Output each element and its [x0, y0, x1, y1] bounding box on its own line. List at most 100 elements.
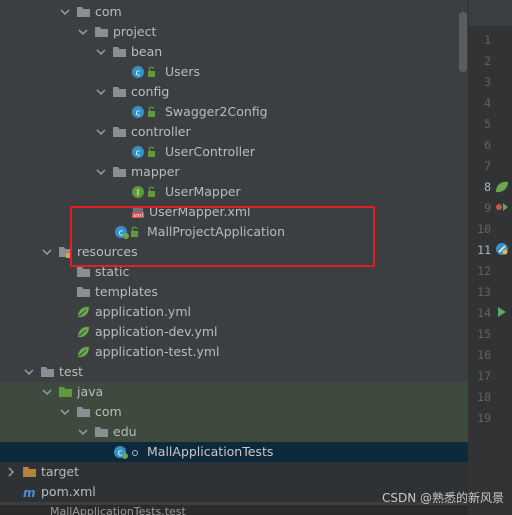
tree-item-label: UserController: [165, 144, 255, 159]
tree-item-project[interactable]: project: [0, 22, 468, 42]
svg-text:c: c: [136, 109, 141, 119]
tree-item-application-dev-yml[interactable]: application-dev.yml: [0, 322, 468, 342]
vertical-scrollbar[interactable]: [459, 12, 467, 72]
chevron-down-icon[interactable]: [60, 407, 70, 417]
lock-icon: [147, 65, 157, 79]
chevron-down-icon[interactable]: [78, 27, 88, 37]
tree-item-label: MallProjectApplication: [147, 224, 286, 239]
tree-item-label: mapper: [131, 164, 180, 179]
class-icon: c: [131, 105, 146, 119]
chevron-down-icon[interactable]: [96, 127, 106, 137]
chevron-down-icon[interactable]: [96, 87, 106, 97]
test-folder-icon: [58, 385, 73, 399]
chevron-down-icon[interactable]: [42, 247, 52, 257]
tree-item-label: com: [95, 4, 122, 19]
spring-class-icon: c: [114, 225, 129, 239]
tree-item-mapper[interactable]: mapper: [0, 162, 468, 182]
chevron-down-icon[interactable]: [24, 367, 34, 377]
tree-item-application-test-yml[interactable]: application-test.yml: [0, 342, 468, 362]
tree-item-static[interactable]: static: [0, 262, 468, 282]
target-folder-icon: [22, 465, 37, 479]
chevron-down-icon[interactable]: [78, 427, 88, 437]
project-tree: com project bean c Users config c Swagge…: [0, 0, 468, 515]
tree-item-mallprojectapplication[interactable]: c MallProjectApplication: [0, 222, 468, 242]
line-number: 3: [484, 75, 491, 89]
tree-item-com-test[interactable]: com: [0, 402, 468, 422]
spring-bean-leaf-icon[interactable]: [495, 180, 509, 194]
tree-item-label: controller: [131, 124, 191, 139]
tree-item-label: pom.xml: [41, 484, 96, 499]
line-number: 9: [484, 201, 491, 215]
maven-icon: m: [22, 485, 37, 499]
tree-item-label: test: [59, 364, 84, 379]
tree-item-resources[interactable]: resources: [0, 242, 468, 262]
tree-item-swagger2config[interactable]: c Swagger2Config: [0, 102, 468, 122]
chevron-down-icon[interactable]: [60, 7, 70, 17]
line-number: 10: [477, 222, 491, 236]
line-number: 7: [484, 159, 491, 173]
tree-item-usercontroller[interactable]: c UserController: [0, 142, 468, 162]
package-private-icon: [130, 445, 140, 459]
autowire-marker-icon[interactable]: [495, 242, 509, 256]
folder-icon: [76, 285, 91, 299]
chevron-down-icon[interactable]: [96, 167, 106, 177]
tree-item-com[interactable]: com: [0, 2, 468, 22]
chevron-right-icon[interactable]: [6, 467, 16, 477]
tree-item-label: UserMapper: [165, 184, 241, 199]
tree-item-label: application-test.yml: [95, 344, 220, 359]
folder-icon: [76, 265, 91, 279]
line-number: 13: [477, 285, 491, 299]
run-debug-marker-icon[interactable]: [495, 200, 509, 214]
tree-item-label: java: [77, 384, 104, 399]
spring-yml-icon: [76, 325, 91, 339]
line-number: 5: [484, 117, 491, 131]
line-number: 2: [484, 54, 491, 68]
folder-icon: [112, 125, 127, 139]
tree-item-label: project: [113, 24, 157, 39]
chevron-down-icon[interactable]: [96, 47, 106, 57]
line-number: 15: [477, 327, 491, 341]
line-number: 4: [484, 96, 491, 110]
line-number: 8: [484, 180, 491, 194]
line-number: 14: [477, 306, 491, 320]
tree-item-label: target: [41, 464, 80, 479]
gutter-header: [469, 0, 512, 26]
line-number: 1: [484, 33, 491, 47]
lock-icon: [147, 145, 157, 159]
tree-item-label: UserMapper.xml: [149, 204, 251, 219]
line-number: 11: [477, 243, 491, 257]
tree-item-label: static: [95, 264, 130, 279]
tree-item-label: Users: [165, 64, 201, 79]
folder-icon: [112, 45, 127, 59]
tree-item-label: com: [95, 404, 122, 419]
tree-item-usermapper[interactable]: I UserMapper: [0, 182, 468, 202]
bottom-editor-tab[interactable]: MallApplicationTests.test: [0, 505, 468, 515]
tree-item-label: resources: [77, 244, 138, 259]
tree-item-config[interactable]: config: [0, 82, 468, 102]
folder-icon: [76, 5, 91, 19]
folder-icon: [40, 365, 55, 379]
tree-item-usermapper-xml[interactable]: xml UserMapper.xml: [0, 202, 468, 222]
bottom-tab-label: MallApplicationTests.test: [50, 505, 186, 515]
folder-icon: [112, 165, 127, 179]
tree-item-label: MallApplicationTests: [147, 444, 274, 459]
svg-text:xml: xml: [133, 213, 144, 219]
folder-icon: [76, 405, 91, 419]
tree-item-java[interactable]: java: [0, 382, 468, 402]
tree-item-users[interactable]: c Users: [0, 62, 468, 82]
tree-item-bean[interactable]: bean: [0, 42, 468, 62]
tree-item-test[interactable]: test: [0, 362, 468, 382]
test-class-icon: c: [113, 445, 128, 459]
svg-text:c: c: [136, 69, 141, 79]
chevron-down-icon[interactable]: [42, 387, 52, 397]
line-number: 19: [477, 411, 491, 425]
folder-icon: [94, 425, 109, 439]
tree-item-target[interactable]: target: [0, 462, 468, 482]
xml-file-icon: xml: [131, 205, 146, 219]
tree-item-mallapplicationtests[interactable]: c MallApplicationTests: [0, 442, 468, 462]
run-icon[interactable]: [495, 305, 509, 319]
tree-item-controller[interactable]: controller: [0, 122, 468, 142]
tree-item-edu[interactable]: edu: [0, 422, 468, 442]
tree-item-templates[interactable]: templates: [0, 282, 468, 302]
tree-item-application-yml[interactable]: application.yml: [0, 302, 468, 322]
